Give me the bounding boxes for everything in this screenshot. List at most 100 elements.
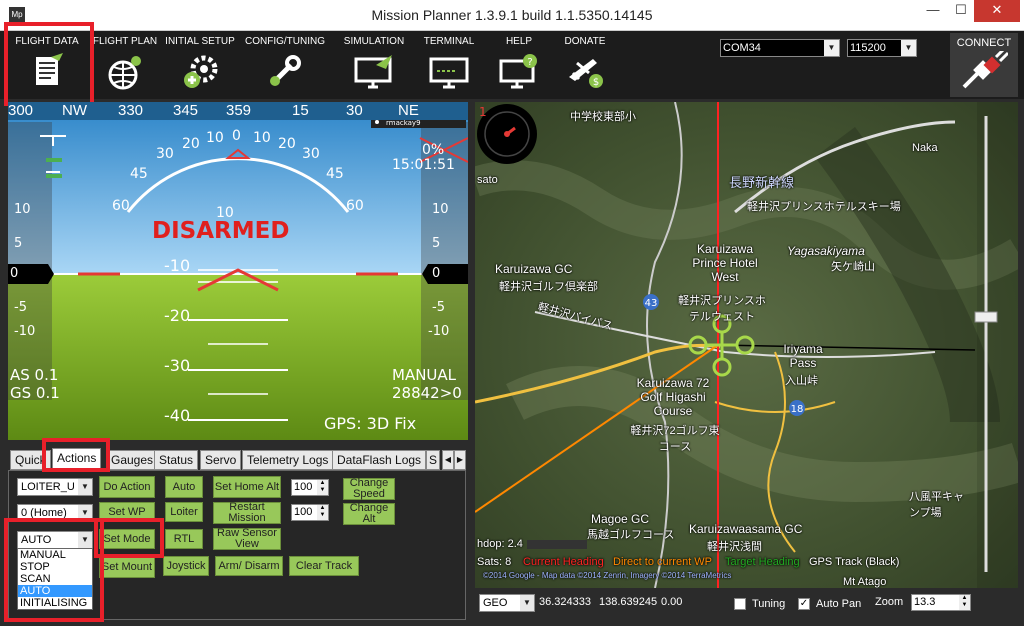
wp-distance: 28842>0 xyxy=(392,384,462,402)
tab-actions[interactable]: Actions xyxy=(52,448,102,470)
legend-direct-wp: Direct to current WP xyxy=(613,556,713,568)
flight-data-icon xyxy=(36,53,63,85)
chevron-down-icon: ▼ xyxy=(78,479,92,495)
roll-label: 30 xyxy=(302,146,320,162)
tab-gauges[interactable]: Gauges xyxy=(106,450,159,470)
toolbar-flight-plan[interactable]: FLIGHT PLAN xyxy=(90,33,160,97)
toolbar-terminal[interactable]: TERMINAL xyxy=(418,33,480,97)
groundspeed-readout: GS 0.1 xyxy=(10,384,60,402)
port-select[interactable]: COM34 ▼ xyxy=(720,39,840,57)
connect-button[interactable]: CONNECT xyxy=(950,33,1018,97)
roll-label: 60 xyxy=(346,198,364,214)
tuning-checkbox[interactable] xyxy=(734,598,746,610)
loiter-button[interactable]: Loiter xyxy=(165,502,203,522)
tab-strip: Quick Actions Gauges Status Servo Teleme… xyxy=(8,448,466,470)
autopan-checkbox[interactable]: ✓ xyxy=(798,598,810,610)
hud-mini-label: rmackay9 xyxy=(386,119,421,127)
right-scale-label: 0 xyxy=(432,266,441,281)
map-label: 入山峠 xyxy=(785,375,818,387)
airspeed-readout: AS 0.1 xyxy=(10,366,59,384)
clear-track-button[interactable]: Clear Track xyxy=(289,556,359,576)
dropdown-option[interactable]: SCAN xyxy=(18,573,92,585)
chevron-down-icon: ▼ xyxy=(78,505,92,521)
tab-overflow[interactable]: S xyxy=(426,450,440,470)
map-label: Karuizawa GC xyxy=(495,262,573,276)
tab-telemetry-logs[interactable]: Telemetry Logs xyxy=(242,450,334,470)
restart-mission-button[interactable]: Restart Mission xyxy=(213,502,281,524)
map-label: Yagasakiyama xyxy=(787,244,865,258)
rtl-button[interactable]: RTL xyxy=(165,529,203,549)
dropdown-option[interactable]: INITIALISING xyxy=(18,597,92,609)
hdop-bar xyxy=(527,540,587,549)
toolbar-label: FLIGHT PLAN xyxy=(92,36,158,47)
heading-tick: NW xyxy=(62,102,87,119)
roll-label: 30 xyxy=(156,146,174,162)
alt-input[interactable]: 100 ▲ ▼ xyxy=(291,504,329,521)
heading-tick: 345 xyxy=(173,102,199,119)
change-speed-button[interactable]: Change Speed xyxy=(343,478,395,500)
dropdown-option[interactable]: STOP xyxy=(18,561,92,573)
change-alt-button[interactable]: Change Alt xyxy=(343,503,395,525)
toolbar-label: HELP xyxy=(505,36,533,47)
tab-servo[interactable]: Servo xyxy=(200,450,242,470)
tab-scroll-left[interactable]: ◀ xyxy=(442,450,454,470)
spinner-icon[interactable]: ▲ ▼ xyxy=(317,480,328,495)
speed-input[interactable]: 100 ▲ ▼ xyxy=(291,479,329,496)
spinner-icon[interactable]: ▲ ▼ xyxy=(959,595,970,610)
chevron-down-icon: ▼ xyxy=(78,532,92,548)
alt-value: 100 xyxy=(294,506,313,518)
left-scale-label: -5 xyxy=(14,300,27,315)
tab-dataflash-logs[interactable]: DataFlash Logs xyxy=(332,450,427,470)
set-mode-button[interactable]: Set Mode xyxy=(99,529,155,549)
heading-tick: NE xyxy=(398,102,419,119)
toolbar-initial-setup[interactable]: INITIAL SETUP xyxy=(163,33,237,97)
heading-tick: 359 xyxy=(226,102,252,119)
left-scale-label: 10 xyxy=(14,202,31,217)
map-label: 軽井沢プリンスホテルウェスト xyxy=(678,295,766,323)
plug-icon xyxy=(962,47,1010,89)
map-label: Magoe GC xyxy=(591,512,650,526)
wp-select[interactable]: 0 (Home) ▼ xyxy=(17,504,93,522)
toolbar-config-tuning[interactable]: CONFIG/TUNING xyxy=(244,33,326,97)
tab-quick[interactable]: Quick xyxy=(10,450,51,470)
setmode-select[interactable]: AUTO ▼ xyxy=(17,531,93,549)
do-action-button[interactable]: Do Action xyxy=(99,476,155,498)
joystick-button[interactable]: Joystick xyxy=(163,556,209,576)
auto-button[interactable]: Auto xyxy=(165,476,203,498)
right-scale-label: 5 xyxy=(432,236,441,251)
map-label: Mt Atago xyxy=(843,576,887,588)
coord-system-select[interactable]: GEO ▼ xyxy=(479,594,535,612)
main-toolbar: FLIGHT DATA FLIGHT PLAN INITIAL SETUP CO… xyxy=(0,31,1024,99)
dropdown-option-selected[interactable]: AUTO xyxy=(18,585,92,597)
tab-scroll-right[interactable]: ▶ xyxy=(454,450,466,470)
dropdown-option[interactable]: MANUAL xyxy=(18,549,92,561)
right-scale-label: -10 xyxy=(428,324,450,339)
toolbar-simulation[interactable]: SIMULATION xyxy=(337,33,411,97)
arm-disarm-button[interactable]: Arm/ Disarm xyxy=(215,556,283,576)
map-copyright: ©2014 Google - Map data ©2014 Zenrin, Im… xyxy=(483,571,732,580)
maximize-button[interactable]: ☐ xyxy=(948,0,974,22)
mode-select[interactable]: LOITER_U ▼ xyxy=(17,478,93,496)
map-marker-number: 1 xyxy=(479,105,487,119)
set-mount-button[interactable]: Set Mount xyxy=(99,556,155,578)
svg-text:?: ? xyxy=(527,57,532,68)
set-wp-button[interactable]: Set WP xyxy=(99,502,155,522)
close-button[interactable]: ✕ xyxy=(974,0,1020,22)
spinner-icon[interactable]: ▲ ▼ xyxy=(317,505,328,520)
tab-status[interactable]: Status xyxy=(154,450,199,470)
toolbar-help[interactable]: HELP ? xyxy=(492,33,546,97)
map-label: Naka xyxy=(912,142,938,154)
baud-select[interactable]: 115200 ▼ xyxy=(847,39,917,57)
zoom-input[interactable]: 13.3 ▲ ▼ xyxy=(911,594,971,611)
armed-status: DISARMED xyxy=(152,218,290,244)
minimize-button[interactable]: — xyxy=(920,0,946,22)
set-home-alt-button[interactable]: Set Home Alt xyxy=(213,476,281,498)
map-view[interactable]: 43 18 1 Naka 中学校東部小 sato 長野新幹線 軽井沢プリンスホテ… xyxy=(475,102,1018,588)
raw-sensor-view-button[interactable]: Raw Sensor View xyxy=(213,528,281,550)
toolbar-donate[interactable]: DONATE $ xyxy=(556,33,614,97)
zoom-value: 13.3 xyxy=(914,596,936,608)
toolbar-flight-data[interactable]: FLIGHT DATA xyxy=(8,33,86,97)
map-label: sato xyxy=(477,174,498,186)
window-title: Mission Planner 1.3.9.1 build 1.1.5350.1… xyxy=(371,7,653,23)
toolbar-label: FLIGHT DATA xyxy=(15,36,79,47)
